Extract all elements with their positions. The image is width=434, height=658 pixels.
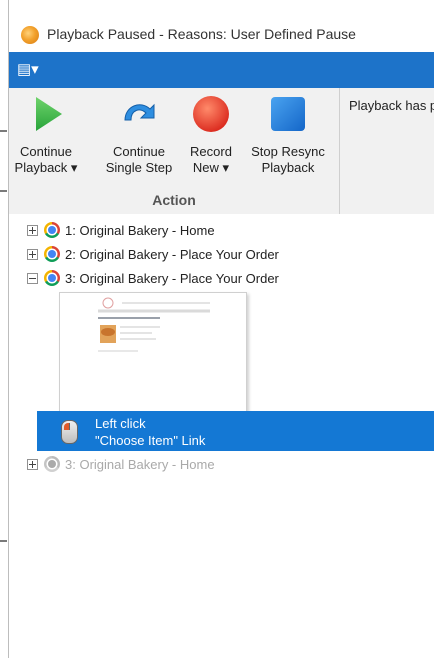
page-screenshot-thumbnail[interactable] — [59, 292, 247, 412]
continue-single-step-button[interactable]: Continue Single Step — [101, 94, 177, 176]
tree-item[interactable]: 2: Original Bakery - Place Your Order — [27, 244, 279, 264]
tree-item[interactable]: 3: Original Bakery - Home — [27, 454, 215, 474]
tree-item[interactable]: 1: Original Bakery - Home — [27, 220, 215, 240]
ribbon: Continue Playback ▾ Continue Single Step… — [9, 88, 434, 215]
playback-message: Playback has p — [349, 98, 434, 113]
stop-icon — [271, 97, 305, 131]
step-action: Left click — [95, 416, 146, 431]
chrome-icon — [44, 222, 60, 238]
app-icon — [21, 26, 39, 44]
step-arrow-icon — [124, 103, 155, 121]
expand-icon[interactable] — [27, 224, 38, 236]
menu-dropdown-icon[interactable]: ▤▾ — [17, 60, 47, 80]
playback-tree: 1: Original Bakery - Home 2: Original Ba… — [9, 214, 434, 658]
chrome-icon — [44, 270, 60, 286]
window-title: Playback Paused - Reasons: User Defined … — [47, 26, 356, 42]
step-target: "Choose Item" Link — [95, 433, 206, 448]
record-new-button[interactable]: Record New ▾ — [179, 94, 243, 176]
chrome-icon — [44, 246, 60, 262]
record-icon — [193, 96, 229, 132]
thumbnail-image — [98, 297, 210, 352]
action-group-label: Action — [152, 192, 196, 208]
stop-resync-playback-button[interactable]: Stop Resync Playback — [245, 94, 331, 176]
action-group: Continue Playback ▾ Continue Single Step… — [9, 88, 340, 214]
mouse-icon — [61, 420, 78, 444]
menu-bar: ▤▾ — [9, 52, 434, 88]
title-bar: Playback Paused - Reasons: User Defined … — [9, 0, 434, 52]
collapse-icon[interactable] — [27, 272, 38, 284]
chrome-gray-icon — [44, 456, 60, 472]
tree-item[interactable]: 3: Original Bakery - Place Your Order — [27, 268, 279, 288]
expand-icon[interactable] — [27, 248, 38, 260]
continue-playback-button[interactable]: Continue Playback ▾ — [11, 94, 81, 176]
play-icon — [36, 97, 62, 131]
expand-icon[interactable] — [27, 458, 38, 470]
selected-step-row[interactable]: Left click "Choose Item" Link — [37, 411, 434, 451]
window-left-edge — [0, 0, 9, 658]
